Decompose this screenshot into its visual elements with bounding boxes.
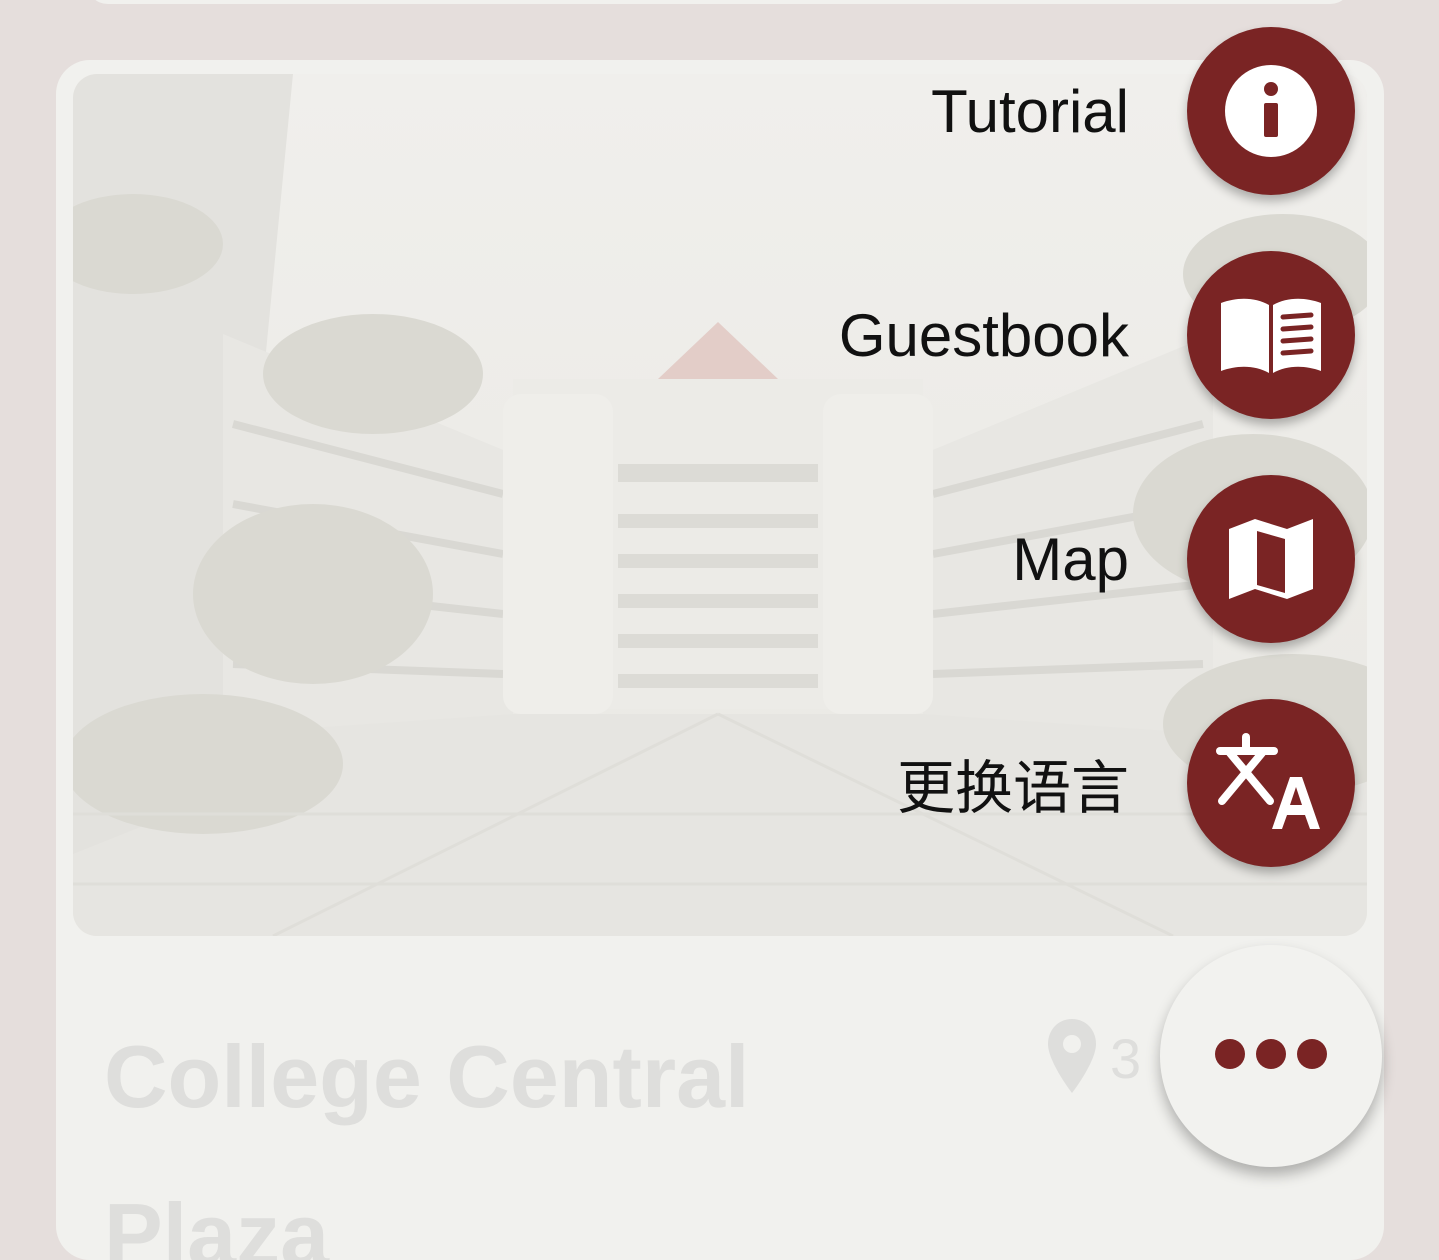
map-button[interactable]: [1187, 475, 1355, 643]
language-label: 更换语言: [896, 754, 1129, 822]
translate-icon: [1216, 733, 1326, 833]
language-button[interactable]: [1187, 699, 1355, 867]
info-icon: [1223, 63, 1319, 159]
speed-dial-item-map[interactable]: Map: [1012, 475, 1355, 643]
map-label: Map: [1012, 525, 1129, 593]
speed-dial-item-guestbook[interactable]: Guestbook: [839, 251, 1355, 419]
speed-dial-item-language[interactable]: 更换语言: [897, 699, 1355, 867]
guestbook-button[interactable]: [1187, 251, 1355, 419]
speed-dial-item-tutorial[interactable]: Tutorial: [931, 27, 1355, 195]
guestbook-label: Guestbook: [838, 301, 1129, 369]
book-icon: [1217, 293, 1325, 377]
tutorial-button[interactable]: [1187, 27, 1355, 195]
map-icon: [1227, 515, 1315, 603]
speed-dial-toggle-button[interactable]: [1160, 945, 1382, 1167]
tutorial-label: Tutorial: [931, 77, 1129, 145]
more-horizontal-icon: [1213, 1037, 1329, 1076]
